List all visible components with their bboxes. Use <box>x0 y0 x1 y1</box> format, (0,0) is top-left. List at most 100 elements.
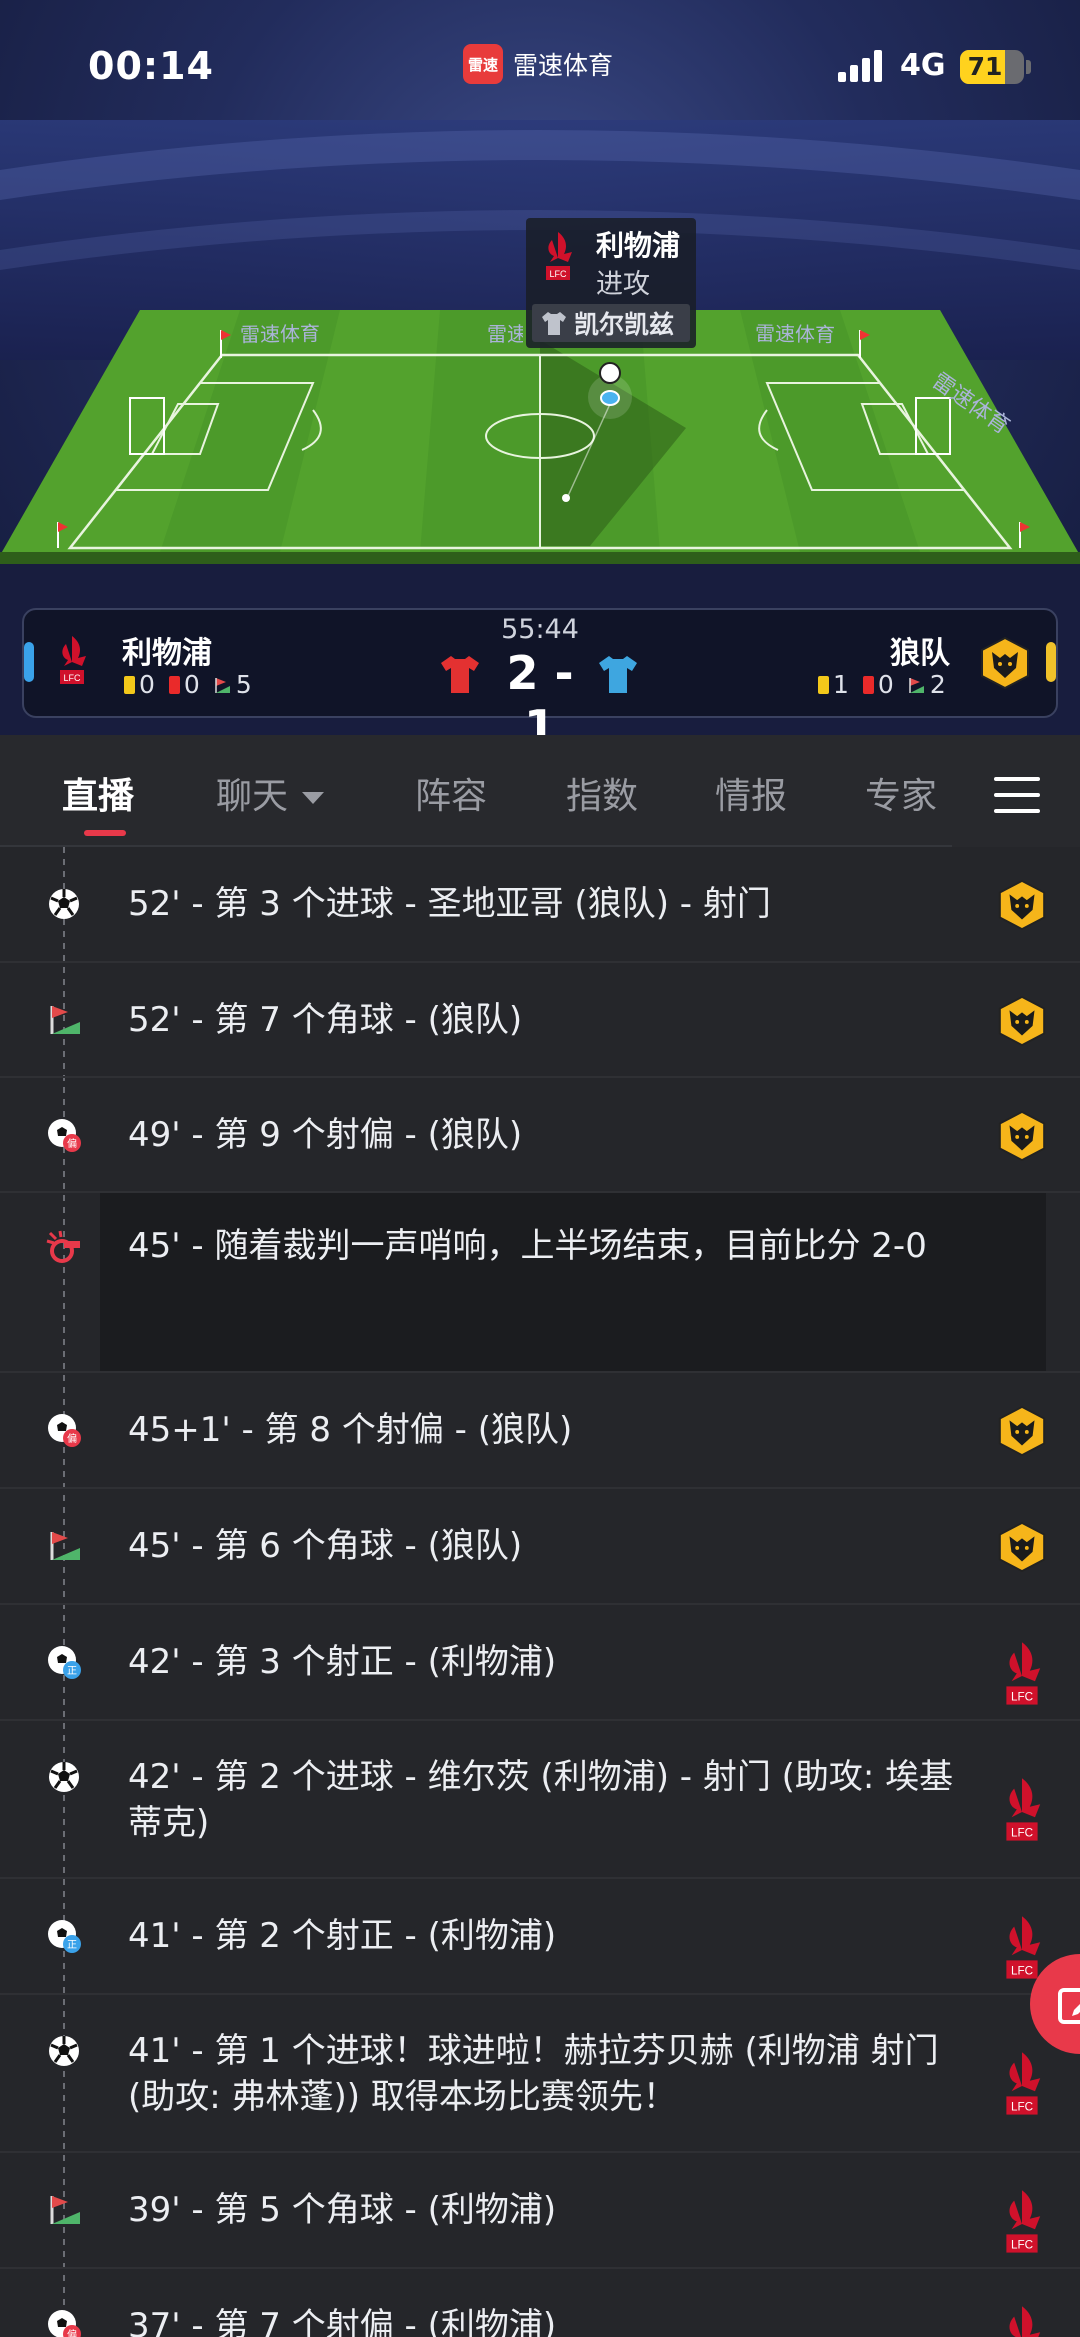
shot-on-icon: 正 <box>44 1642 84 1682</box>
corner-count: 2 <box>929 670 946 699</box>
event-text: 49' - 第 9 个射偏 - (狼队) <box>128 1115 523 1155</box>
event-row: 偏 49' - 第 9 个射偏 - (狼队) <box>0 1078 1080 1193</box>
match-clock: 55:44 <box>501 614 579 645</box>
event-text: 42' - 第 3 个射正 - (利物浦) <box>128 1642 557 1682</box>
event-row: 45' - 随着裁判一声哨响，上半场结束，目前比分 2-0 <box>0 1193 1080 1373</box>
yellow-card-stat: 1 <box>818 670 849 699</box>
tab-chat-label: 聊天 <box>216 776 289 817</box>
goal-icon <box>44 884 84 924</box>
red-card-count: 0 <box>183 670 200 699</box>
red-card-icon <box>862 675 874 694</box>
liverpool-crest-icon: LFC <box>996 2047 1048 2115</box>
battery-cap <box>1026 60 1031 74</box>
away-team-stats: 1 0 2 <box>818 670 960 699</box>
app-name: 雷速体育 <box>513 51 614 80</box>
yellow-card-icon <box>818 675 829 694</box>
svg-text:偏: 偏 <box>67 1432 77 1445</box>
possession-player-row: 凯尔凯兹 <box>532 304 690 342</box>
event-row: 52' - 第 7 个角球 - (狼队) <box>0 963 1080 1078</box>
home-shirt-icon <box>441 656 479 693</box>
menu-icon[interactable] <box>994 775 1040 815</box>
home-team-stats: 0 0 5 <box>124 670 266 699</box>
ad-board: 雷速体育 <box>239 321 321 347</box>
liverpool-crest-icon: LFC <box>996 1773 1048 1841</box>
corner-icon <box>44 1000 84 1040</box>
network-type: 4G <box>900 48 946 83</box>
red-card-icon <box>168 675 180 694</box>
wolves-crest-icon[interactable] <box>978 636 1032 690</box>
event-text: 41' - 第 2 个射正 - (利物浦) <box>128 1916 557 1956</box>
event-row: 42' - 第 2 个进球 - 维尔茨 (利物浦) - 射门 (助攻: 埃基蒂克… <box>0 1721 1080 1879</box>
wolves-crest-icon <box>996 995 1048 1047</box>
shot-off-icon: 偏 <box>44 2306 84 2337</box>
shot-on-icon: 正 <box>44 1916 84 1956</box>
event-text: 52' - 第 7 个角球 - (狼队) <box>128 1000 523 1040</box>
possession-player: 凯尔凯兹 <box>574 310 675 339</box>
yellow-card-count: 1 <box>833 670 849 699</box>
wolves-crest-icon <box>996 879 1048 931</box>
svg-text:LFC: LFC <box>63 673 81 683</box>
goal-icon <box>44 2031 84 2071</box>
liverpool-crest-icon: LFC <box>996 1911 1048 1979</box>
pencil-icon <box>1058 1988 1080 2024</box>
tabs: 直播 聊天 阵容 指数 情报 专家 <box>0 735 1000 845</box>
tab-odds[interactable]: 指数 <box>566 767 638 819</box>
tab-live[interactable]: 直播 <box>62 767 134 819</box>
event-row: 45' - 第 6 个角球 - (狼队) <box>0 1489 1080 1605</box>
match-animation-panel: 00:14 雷速 雷速体育 4G 71 雷速体育 雷速 雷速体育 雷速体育 LF… <box>0 0 1080 735</box>
tab-intel[interactable]: 情报 <box>715 767 787 819</box>
svg-text:LFC: LFC <box>1011 2239 1033 2252</box>
app-badge: 雷速 雷速体育 <box>463 44 613 84</box>
event-text: 45' - 第 6 个角球 - (狼队) <box>128 1526 523 1566</box>
event-text: 45' - 随着裁判一声哨响，上半场结束，目前比分 2-0 <box>128 1226 927 1266</box>
clock-time: 00:14 <box>88 44 214 88</box>
event-row: 正 41' - 第 2 个射正 - (利物浦) LFC <box>0 1879 1080 1995</box>
corner-count: 5 <box>235 670 252 699</box>
home-team-name[interactable]: 利物浦 <box>122 628 212 672</box>
away-shirt-icon <box>599 656 637 693</box>
ad-board: 雷速体育 <box>487 322 523 346</box>
svg-text:偏: 偏 <box>67 1137 77 1150</box>
red-card-count: 0 <box>877 670 894 699</box>
svg-text:正: 正 <box>67 1940 77 1951</box>
svg-text:LFC: LFC <box>549 269 567 279</box>
tab-experts[interactable]: 专家 <box>865 767 937 819</box>
battery-icon: 71 <box>960 50 1024 84</box>
shot-off-icon: 偏 <box>44 1115 84 1155</box>
yellow-card-stat: 0 <box>124 670 155 699</box>
tab-lineup[interactable]: 阵容 <box>415 767 487 819</box>
liverpool-crest-icon: LFC <box>996 1637 1048 1705</box>
live-event-feed[interactable]: 52' - 第 3 个进球 - 圣地亚哥 (狼队) - 射门 52' - 第 7 … <box>0 847 1080 2337</box>
app-logo-icon: 雷速 <box>463 44 503 84</box>
goal-icon <box>44 1757 84 1797</box>
svg-text:LFC: LFC <box>1011 1965 1033 1978</box>
tab-chat[interactable]: 聊天 <box>216 767 325 819</box>
event-row: 39' - 第 5 个角球 - (利物浦) LFC <box>0 2153 1080 2269</box>
active-tab-indicator <box>84 830 126 836</box>
event-row: 41' - 第 1 个进球！球进啦！赫拉芬贝赫 (利物浦 射门 (助攻: 弗林蓬… <box>0 1995 1080 2153</box>
tab-bar: 直播 聊天 阵容 指数 情报 专家 <box>0 735 1080 847</box>
battery-level: 71 <box>967 52 1003 81</box>
corner-icon <box>44 2190 84 2230</box>
event-text: 45+1' - 第 8 个射偏 - (狼队) <box>128 1410 573 1450</box>
wolves-crest-icon <box>996 1405 1048 1457</box>
svg-text:LFC: LFC <box>1011 1691 1033 1704</box>
event-text: 39' - 第 5 个角球 - (利物浦) <box>128 2190 557 2230</box>
wolves-crest-icon <box>996 1110 1048 1162</box>
svg-text:正: 正 <box>67 1666 77 1677</box>
possession-tooltip: LFC 利物浦 进攻 凯尔凯兹 <box>526 218 696 348</box>
yellow-card-count: 0 <box>139 670 155 699</box>
liverpool-crest-icon[interactable]: LFC <box>52 632 92 690</box>
possession-action: 进攻 <box>596 269 650 300</box>
status-bar: 00:14 雷速 雷速体育 4G 71 <box>0 0 1080 130</box>
away-team-name[interactable]: 狼队 <box>890 628 950 672</box>
event-text: 52' - 第 3 个进球 - 圣地亚哥 (狼队) - 射门 <box>128 884 771 924</box>
corner-stat: 2 <box>908 670 946 699</box>
svg-text:偏: 偏 <box>67 2328 77 2337</box>
red-card-stat: 0 <box>862 670 894 699</box>
event-row: 偏 45+1' - 第 8 个射偏 - (狼队) <box>0 1373 1080 1489</box>
svg-text:LFC: LFC <box>1011 1827 1033 1840</box>
event-highlight-bg <box>100 1193 1046 1371</box>
corner-flag-icon <box>215 677 230 693</box>
match-score: 2 - 1 <box>506 646 574 735</box>
